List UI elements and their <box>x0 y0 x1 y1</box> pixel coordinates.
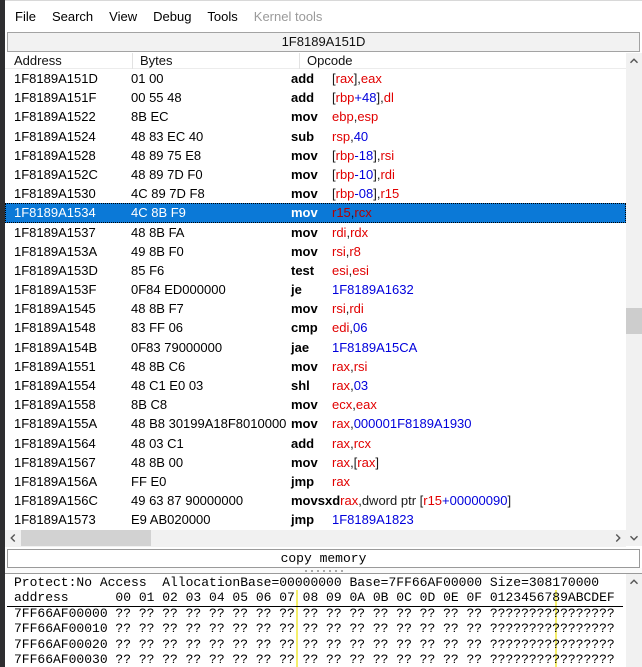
horizontal-scrollbar-thumb[interactable] <box>21 530 151 546</box>
disasm-row[interactable]: 1F8189A151D01 00add[rax],eax <box>5 69 626 88</box>
disasm-row[interactable]: 1F8189A154B0F83 79000000jae1F8189A15CA <box>5 338 626 357</box>
memory-row[interactable]: 7FF66AF00000 ?? ?? ?? ?? ?? ?? ?? ?? ?? … <box>14 606 615 621</box>
disasm-row[interactable]: 1F8189A154883 FF 06cmpedi,06 <box>5 318 626 337</box>
splitter-grip-icon <box>305 570 345 572</box>
disasm-row[interactable]: 1F8189A15228B ECmovebp,esp <box>5 107 626 126</box>
disasm-row[interactable]: 1F8189A152C48 89 7D F0mov[rbp-10],rdi <box>5 165 626 184</box>
menu-item-file[interactable]: File <box>7 5 44 28</box>
disasm-row[interactable]: 1F8189A154548 8B F7movrsi,rdi <box>5 299 626 318</box>
disasm-row[interactable]: 1F8189A156748 8B 00movrax,[rax] <box>5 453 626 472</box>
column-header-address: Address <box>5 53 133 69</box>
scroll-up-button[interactable] <box>626 574 642 590</box>
address-title-bar: 1F8189A151D <box>7 32 640 52</box>
menu-item-debug[interactable]: Debug <box>145 5 199 28</box>
column-header-opcode: Opcode <box>300 53 626 69</box>
memory-header-underline <box>7 606 623 607</box>
memory-hex-pane: Protect:No Access AllocationBase=0000000… <box>5 573 642 667</box>
disasm-rows: 1F8189A151D01 00add[rax],eax1F8189A151F0… <box>5 69 626 530</box>
chevron-right-icon <box>611 531 625 545</box>
memory-text: Protect:No Access AllocationBase=0000000… <box>14 575 615 667</box>
vertical-scrollbar-thumb[interactable] <box>626 308 642 334</box>
memory-row[interactable]: 7FF66AF00030 ?? ?? ?? ?? ?? ?? ?? ?? ?? … <box>14 652 615 667</box>
memory-rows: 7FF66AF00000 ?? ?? ?? ?? ?? ?? ?? ?? ?? … <box>14 606 615 667</box>
disasm-vertical-scrollbar[interactable] <box>626 53 642 530</box>
main-window: File Search View Debug Tools Kernel tool… <box>5 0 642 667</box>
chevron-left-icon <box>6 531 20 545</box>
disasm-row[interactable]: 1F8189A152448 83 EC 40subrsp,40 <box>5 127 626 146</box>
menu-bar: File Search View Debug Tools Kernel tool… <box>5 1 642 31</box>
disasm-row[interactable]: 1F8189A152848 89 75 E8mov[rbp-18],rsi <box>5 146 626 165</box>
disasm-row[interactable]: 1F8189A153D85 F6testesi,esi <box>5 261 626 280</box>
memory-protect-line: Protect:No Access AllocationBase=0000000… <box>14 575 615 590</box>
memory-row[interactable]: 7FF66AF00020 ?? ?? ?? ?? ?? ?? ?? ?? ?? … <box>14 637 615 652</box>
chevron-up-icon <box>627 54 641 68</box>
disasm-row[interactable]: 1F8189A153F0F84 ED000000je1F8189A1632 <box>5 280 626 299</box>
chevron-down-icon <box>627 531 641 545</box>
disasm-row[interactable]: 1F8189A15588B C8movecx,eax <box>5 395 626 414</box>
chevron-up-icon <box>627 575 641 589</box>
column-header-bytes: Bytes <box>133 53 300 69</box>
disasm-row[interactable]: 1F8189A155148 8B C6movrax,rsi <box>5 357 626 376</box>
disasm-row[interactable]: 1F8189A156AFF E0jmprax <box>5 472 626 491</box>
scroll-right-button[interactable] <box>610 530 626 546</box>
disasm-row[interactable]: 1F8189A156448 03 C1addrax,rcx <box>5 434 626 453</box>
disasm-row[interactable]: 1F8189A155448 C1 E0 03shlrax,03 <box>5 376 626 395</box>
menu-item-tools[interactable]: Tools <box>199 5 245 28</box>
menu-item-kernel-tools: Kernel tools <box>246 5 331 28</box>
memory-row[interactable]: 7FF66AF00010 ?? ?? ?? ?? ?? ?? ?? ?? ?? … <box>14 621 615 636</box>
scroll-down-button[interactable] <box>626 530 642 546</box>
scroll-left-button[interactable] <box>5 530 21 546</box>
disasm-row[interactable]: 1F8189A153748 8B FAmovrdi,rdx <box>5 223 626 242</box>
disasm-row[interactable]: 1F8189A15304C 89 7D F8mov[rbp-08],r15 <box>5 184 626 203</box>
disasm-row[interactable]: 1F8189A155A48 B8 30199A18F8010000movrax,… <box>5 414 626 433</box>
disasm-horizontal-scrollbar[interactable] <box>5 530 626 547</box>
memory-vertical-scrollbar[interactable] <box>626 574 642 667</box>
scroll-up-button[interactable] <box>626 53 642 69</box>
memory-viewer-window: File Search View Debug Tools Kernel tool… <box>0 0 642 667</box>
disasm-row[interactable]: 1F8189A156C49 63 87 90000000movsxdrax,dw… <box>5 491 626 510</box>
disasm-row[interactable]: 1F8189A1573E9 AB020000jmp1F8189A1823 <box>5 510 626 529</box>
disasm-row[interactable]: 1F8189A153A49 8B F0movrsi,r8 <box>5 242 626 261</box>
menu-item-search[interactable]: Search <box>44 5 101 28</box>
memory-header-line: address 00 01 02 03 04 05 06 07 08 09 0A… <box>14 590 615 605</box>
menu-item-view[interactable]: View <box>101 5 145 28</box>
disasm-column-header: Address Bytes Opcode <box>5 53 626 69</box>
disasm-row[interactable]: 1F8189A151F00 55 48add[rbp+48],dl <box>5 88 626 107</box>
disasm-row[interactable]: 1F8189A15344C 8B F9movr15,rcx <box>5 203 626 222</box>
copy-memory-button[interactable]: copy memory <box>7 549 640 568</box>
